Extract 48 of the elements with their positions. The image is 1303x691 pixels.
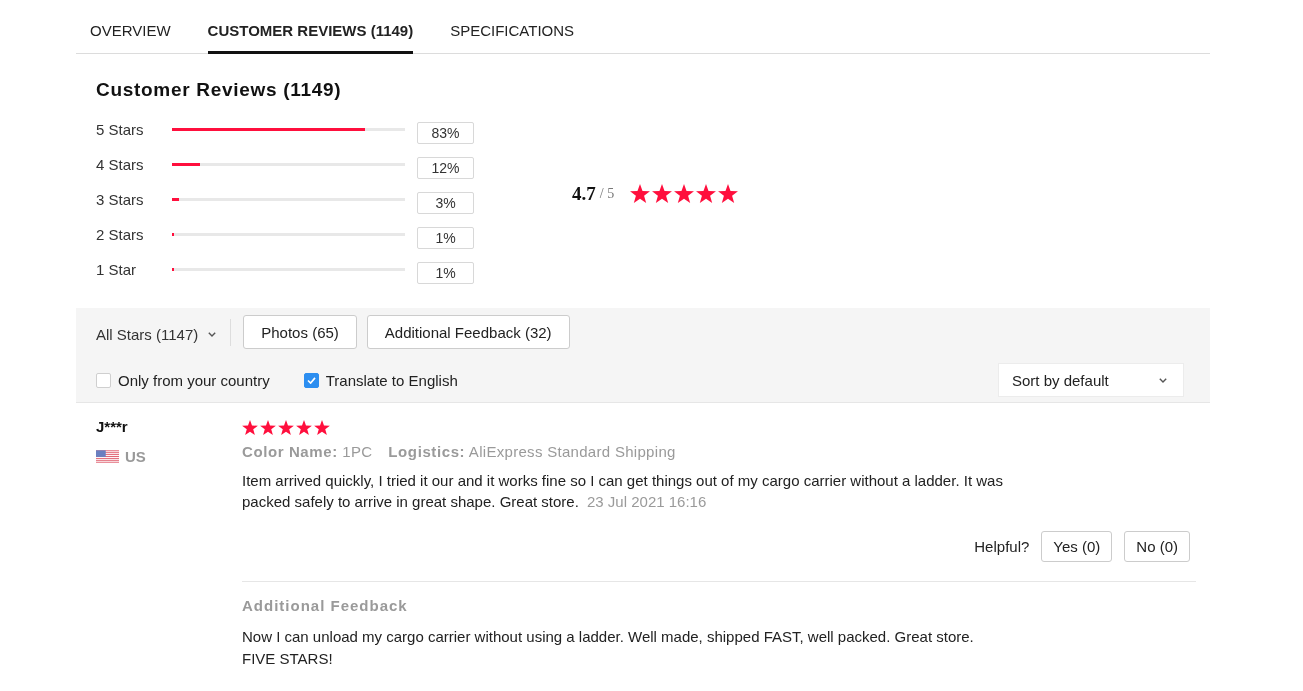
percentage-label: 83% — [417, 121, 474, 144]
reviewer-name: J***r — [96, 418, 129, 436]
star-icon — [718, 184, 739, 203]
flag-icon — [96, 449, 119, 463]
tab[interactable]: SPECIFICATIONS — [450, 0, 575, 54]
rating-scale: / 5 — [599, 185, 615, 202]
star-icon — [278, 419, 294, 435]
star-icon — [696, 184, 717, 203]
additional-feedback-title: Additional Feedback — [242, 596, 409, 616]
product-attribute: Color Name: 1PC — [242, 442, 373, 462]
star-icon — [260, 419, 276, 435]
star-level-label: 5 Stars — [96, 121, 145, 138]
percentage-label: 3% — [417, 191, 474, 214]
checkmark-icon — [306, 376, 316, 384]
star-icon — [674, 184, 695, 203]
percentage-label: 1% — [417, 261, 474, 284]
section-title: Customer Reviews (1149) — [96, 78, 343, 102]
vote-button[interactable]: Yes (0) — [1041, 531, 1113, 562]
star-icon — [630, 184, 651, 203]
country-code: US — [125, 447, 146, 465]
checkbox[interactable] — [96, 372, 111, 388]
helpful-label: Helpful? — [974, 538, 1030, 555]
star-level-label: 4 Stars — [96, 156, 145, 173]
filter-button[interactable]: Photos (65) — [243, 315, 357, 349]
additional-feedback-text: Now I can unload my cargo carrier without using a ladder. Well made, shipped FAST, well packed. Great store. FIVE STARS! — [242, 627, 975, 669]
product-attribute: Logistics: AliExpress Standard Shipping — [388, 442, 676, 462]
star-icon — [652, 184, 673, 203]
rating-score: 4.7 — [572, 182, 596, 205]
star-level-label: 2 Stars — [96, 226, 145, 243]
tab[interactable]: OVERVIEW — [90, 0, 171, 54]
star-level-label: 1 Star — [96, 261, 138, 278]
checkbox[interactable] — [303, 372, 319, 388]
checkbox-label[interactable]: Only from your country — [118, 371, 270, 389]
star-level-label: 3 Stars — [96, 191, 145, 208]
percentage-label: 12% — [417, 156, 474, 179]
vote-button[interactable]: No (0) — [1124, 531, 1190, 562]
chevron-down-icon — [1159, 377, 1167, 383]
tab[interactable]: CUSTOMER REVIEWS (1149) — [207, 0, 414, 54]
star-filter-dropdown[interactable]: All Stars (1147) — [96, 317, 217, 351]
star-icon — [314, 419, 330, 435]
sort-dropdown[interactable]: Sort by default — [998, 363, 1184, 397]
star-icon — [296, 419, 312, 435]
review-text: Item arrived quickly, I tried it our and it works fine so I can get things out of my cargo carrier without a ladder. It was packed safely to arrive in great shape. Great store. 23 Jul 2021 16:16 — [242, 471, 1004, 512]
percentage-label: 1% — [417, 226, 474, 249]
checkbox-label[interactable]: Translate to English — [325, 371, 458, 389]
filter-button[interactable]: Additional Feedback (32) — [366, 315, 570, 349]
star-icon — [242, 419, 258, 435]
chevron-down-icon — [208, 331, 217, 337]
